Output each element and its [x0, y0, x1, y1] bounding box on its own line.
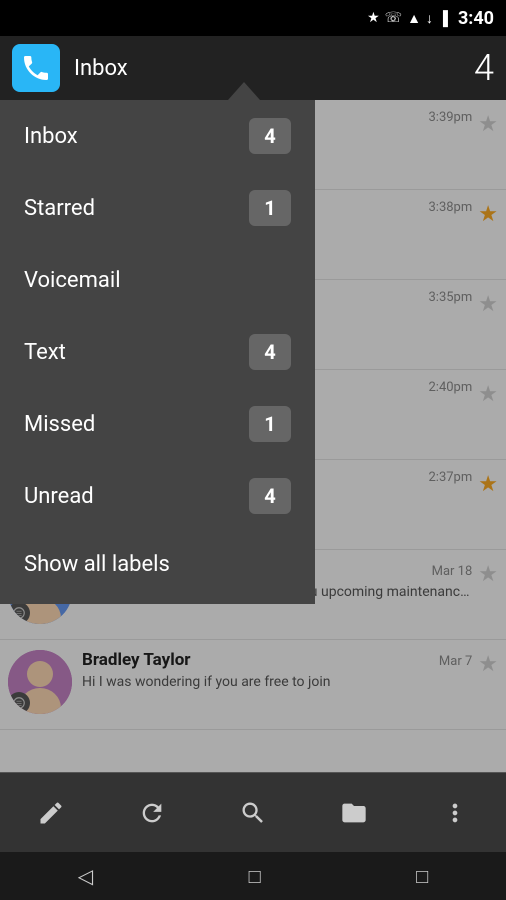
status-time: 3:40	[458, 8, 494, 29]
search-button[interactable]	[229, 789, 277, 837]
menu-badge: 4	[249, 334, 291, 370]
home-button[interactable]: □	[249, 864, 261, 889]
header-badge: 4	[474, 47, 494, 89]
menu-item-label: Starred	[24, 196, 95, 221]
refresh-button[interactable]	[128, 789, 176, 837]
app-icon[interactable]	[12, 44, 60, 92]
bluetooth-icon: ★	[367, 10, 380, 26]
menu-item-inbox[interactable]: Inbox 4	[0, 100, 315, 172]
back-button[interactable]: ◁	[78, 864, 93, 888]
menu-item-text[interactable]: Text 4	[0, 316, 315, 388]
dropdown-menu: Inbox 4 Starred 1 Voicemail Text 4 Missed 1 Unrea…	[0, 100, 315, 604]
menu-item-starred[interactable]: Starred 1	[0, 172, 315, 244]
menu-badge: 4	[249, 118, 291, 154]
signal-icon: ↓	[426, 10, 433, 27]
nav-bar: ◁ □ □	[0, 852, 506, 900]
phone-icon: ☏	[385, 10, 403, 26]
phone-app-icon	[20, 52, 52, 84]
menu-item-label: Text	[24, 340, 66, 365]
dropdown-arrow	[228, 82, 260, 100]
menu-badge: 1	[249, 190, 291, 226]
menu-item-missed[interactable]: Missed 1	[0, 388, 315, 460]
wifi-icon: ▲	[407, 10, 421, 27]
bottom-toolbar	[0, 772, 506, 852]
menu-item-label: Show all labels	[24, 552, 170, 577]
app-title: Inbox	[74, 56, 474, 81]
main-content: ☰ 3:39pmthe library. I'll★ ☰ 3:38pmcance…	[0, 100, 506, 772]
menu-badge: 1	[249, 406, 291, 442]
menu-item-label: Inbox	[24, 124, 78, 149]
folder-button[interactable]	[330, 789, 378, 837]
menu-item-unread[interactable]: Unread 4	[0, 460, 315, 532]
battery-icon: ▐	[438, 10, 448, 27]
menu-item-label: Missed	[24, 412, 95, 437]
more-button[interactable]	[431, 789, 479, 837]
menu-item-label: Unread	[24, 484, 94, 509]
menu-item-show-all-labels[interactable]: Show all labels	[0, 532, 315, 596]
recent-button[interactable]: □	[416, 864, 428, 889]
menu-item-voicemail[interactable]: Voicemail	[0, 244, 315, 316]
status-bar: ★ ☏ ▲ ↓ ▐ 3:40	[0, 0, 506, 36]
status-icons: ★ ☏ ▲ ↓ ▐	[367, 10, 448, 27]
compose-button[interactable]	[27, 789, 75, 837]
menu-item-label: Voicemail	[24, 268, 121, 293]
app-header: Inbox 4	[0, 36, 506, 100]
menu-badge: 4	[249, 478, 291, 514]
